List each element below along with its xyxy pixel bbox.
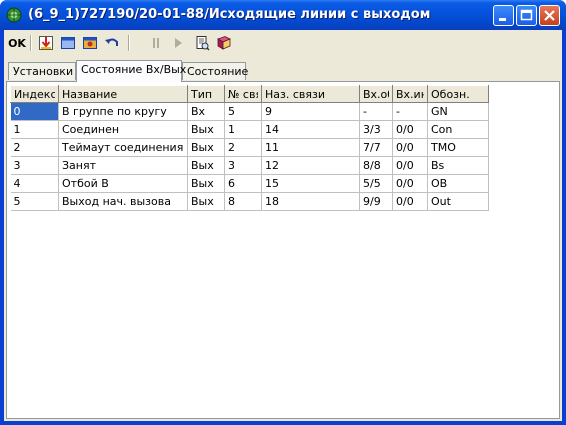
table-cell[interactable]: 11 — [261, 138, 360, 157]
column-header-link-purpose[interactable]: Наз. связи — [261, 85, 360, 103]
table-cell[interactable]: 2 — [224, 138, 262, 157]
window-icon[interactable] — [58, 33, 78, 53]
table-cell[interactable]: Вых — [187, 156, 225, 175]
table-row[interactable]: 0 В группе по кругу Вх 5 9 - - GN — [10, 102, 489, 121]
tab-settings[interactable]: Установки — [8, 62, 76, 80]
table-row[interactable]: 2 Теймаут соединения Вых 2 11 7/7 0/0 TM… — [10, 138, 489, 157]
column-header-name[interactable]: Название — [58, 85, 188, 103]
table-cell[interactable]: Bs — [427, 156, 489, 175]
column-header-designation[interactable]: Обозн. — [427, 85, 489, 103]
table-cell[interactable]: 2 — [10, 138, 59, 157]
table-cell[interactable]: 0/0 — [392, 138, 428, 157]
table-cell[interactable]: 3 — [10, 156, 59, 175]
table-cell[interactable]: 18 — [261, 192, 360, 211]
toolbar-separator — [30, 35, 32, 51]
table-cell[interactable]: 14 — [261, 120, 360, 139]
table-cell[interactable]: Вых — [187, 138, 225, 157]
table-row[interactable]: 3 Занят Вых 3 12 8/8 0/0 Bs — [10, 156, 489, 175]
table-cell[interactable]: Вх — [187, 102, 225, 121]
table-cell[interactable]: Занят — [58, 156, 188, 175]
window-title: (6_9_1)727190/20-01-88/Исходящие линии с… — [28, 7, 431, 22]
minimize-button[interactable] — [493, 5, 514, 26]
table-cell[interactable]: 5 — [224, 102, 262, 121]
client-area: OK Установки Состояние Вх/Вых Состояние … — [4, 30, 562, 421]
table-row[interactable]: 4 Отбой В Вых 6 15 5/5 0/0 OB — [10, 174, 489, 193]
table-cell[interactable]: Вых — [187, 192, 225, 211]
table-cell[interactable]: В группе по кругу — [58, 102, 188, 121]
column-header-link-number[interactable]: № свя — [224, 85, 262, 103]
table-cell[interactable]: 12 — [261, 156, 360, 175]
table-cell[interactable]: 4 — [10, 174, 59, 193]
play-icon[interactable] — [168, 33, 188, 53]
table-cell[interactable]: 0/0 — [392, 174, 428, 193]
table-cell[interactable]: Вых — [187, 174, 225, 193]
book-icon[interactable] — [214, 33, 234, 53]
pause-icon[interactable] — [146, 33, 166, 53]
close-button[interactable] — [539, 5, 560, 26]
title-bar[interactable]: (6_9_1)727190/20-01-88/Исходящие линии с… — [0, 0, 566, 30]
toolbar-separator — [128, 35, 130, 51]
ok-button[interactable]: OK — [7, 33, 27, 53]
table-cell[interactable]: 1 — [224, 120, 262, 139]
table-cell[interactable]: 0/0 — [392, 192, 428, 211]
table-cell[interactable]: Соединен — [58, 120, 188, 139]
column-header-index[interactable]: Индекс — [10, 85, 59, 103]
print-preview-icon[interactable] — [192, 33, 212, 53]
table-cell[interactable]: 0/0 — [392, 156, 428, 175]
table-cell[interactable]: Вых — [187, 120, 225, 139]
maximize-button[interactable] — [516, 5, 537, 26]
app-window: (6_9_1)727190/20-01-88/Исходящие линии с… — [0, 0, 566, 425]
table-cell[interactable]: 7/7 — [359, 138, 393, 157]
table-cell[interactable]: 15 — [261, 174, 360, 193]
download-icon[interactable] — [36, 33, 56, 53]
table-cell[interactable]: 0 — [10, 102, 59, 121]
grid-header-row: Индекс Название Тип № свя Наз. связи Вх.… — [10, 85, 489, 103]
table-cell[interactable]: 8 — [224, 192, 262, 211]
table-cell[interactable]: 0/0 — [392, 120, 428, 139]
table-cell[interactable]: - — [359, 102, 393, 121]
table-cell[interactable]: - — [392, 102, 428, 121]
table-cell[interactable]: Con — [427, 120, 489, 139]
table-row[interactable]: 5 Выход нач. вызова Вых 8 18 9/9 0/0 Out — [10, 192, 489, 211]
table-cell[interactable]: 3 — [224, 156, 262, 175]
app-globe-icon — [6, 7, 22, 23]
table-cell[interactable]: 9/9 — [359, 192, 393, 211]
tab-panel: Индекс Название Тип № свя Наз. связи Вх.… — [6, 81, 560, 419]
table-cell[interactable]: Отбой В — [58, 174, 188, 193]
table-cell[interactable]: Теймаут соединения — [58, 138, 188, 157]
tab-io-state[interactable]: Состояние Вх/Вых — [76, 60, 186, 82]
column-header-in-info[interactable]: Вх.ин — [392, 85, 428, 103]
tab-strip: Установки Состояние Вх/Вых Состояние — [4, 60, 562, 82]
toolbar: OK — [4, 30, 562, 56]
column-header-type[interactable]: Тип — [187, 85, 225, 103]
table-cell[interactable]: GN — [427, 102, 489, 121]
table-cell[interactable]: TMO — [427, 138, 489, 157]
table-cell[interactable]: 3/3 — [359, 120, 393, 139]
table-cell[interactable]: 1 — [10, 120, 59, 139]
table-cell[interactable]: 9 — [261, 102, 360, 121]
table-row[interactable]: 1 Соединен Вых 1 14 3/3 0/0 Con — [10, 120, 489, 139]
table-cell[interactable]: 5/5 — [359, 174, 393, 193]
table-cell[interactable]: OB — [427, 174, 489, 193]
column-header-in-total[interactable]: Вх.об — [359, 85, 393, 103]
table-cell[interactable]: Выход нач. вызова — [58, 192, 188, 211]
data-grid[interactable]: Индекс Название Тип № свя Наз. связи Вх.… — [10, 85, 489, 211]
undo-icon[interactable] — [102, 33, 122, 53]
record-icon[interactable] — [80, 33, 100, 53]
table-cell[interactable]: 8/8 — [359, 156, 393, 175]
table-cell[interactable]: 5 — [10, 192, 59, 211]
table-cell[interactable]: 6 — [224, 174, 262, 193]
tab-state[interactable]: Состояние — [182, 62, 248, 80]
table-cell[interactable]: Out — [427, 192, 489, 211]
